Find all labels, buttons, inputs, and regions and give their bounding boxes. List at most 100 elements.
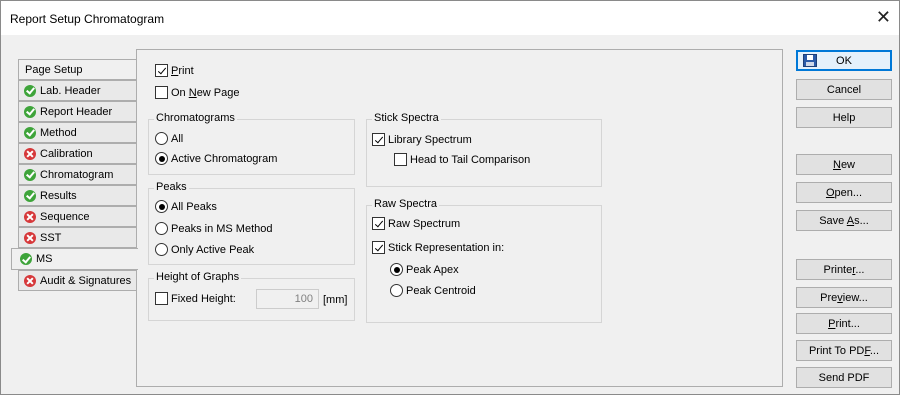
window-title: Report Setup Chromatogram [10,12,165,26]
save-as-button[interactable]: Save As... [796,210,892,231]
error-icon [24,274,36,287]
checkbox-box[interactable] [155,64,168,77]
radio-circle[interactable] [155,200,168,213]
checkbox-label: Raw Spectrum [388,217,461,230]
fixed-height-checkbox[interactable]: Fixed Height: [155,292,236,305]
group-title: Stick Spectra [372,112,441,124]
raw-spectrum-checkbox[interactable]: Raw Spectrum [372,217,460,230]
button-label: OK [836,54,852,67]
tab-label: Calibration [40,147,93,160]
chromatograms-group: Chromatograms [148,112,355,175]
radio-circle[interactable] [390,284,403,297]
button-label: Send PDF [818,371,870,384]
ms-settings-panel: Print On New Page Chromatograms All Acti… [136,49,783,387]
check-icon [24,168,36,181]
checkbox-label: Library Spectrum [388,133,472,146]
radio-label: Peak Centroid [406,284,476,297]
tab-label: Report Header [40,105,113,118]
radio-label: All [171,132,184,145]
button-label: Help [832,111,856,124]
button-label: Open... [825,186,863,199]
tab-label: Method [40,126,77,139]
group-title: Raw Spectra [372,198,439,210]
checkbox-box[interactable] [394,153,407,166]
check-icon [24,189,36,202]
checkbox-label: Stick Representation in: [388,241,505,254]
fixed-height-label: Fixed Height: [171,292,236,305]
printer-button[interactable]: Printer... [796,259,892,280]
tab-label: Results [40,189,77,202]
checkbox-box[interactable] [155,292,168,305]
print-to-pdf-button[interactable]: Print To PDF... [796,340,892,361]
fixed-height-input[interactable]: 100 [256,289,319,309]
radio-circle[interactable] [155,132,168,145]
error-icon [24,210,36,223]
print-checkbox[interactable]: Print [155,64,194,77]
button-label: Cancel [826,83,862,96]
radio-circle[interactable] [155,152,168,165]
tab-ms[interactable]: MS [11,248,138,270]
tab-results[interactable]: Results [18,185,137,206]
send-pdf-button[interactable]: Send PDF [796,367,892,388]
check-icon [24,126,36,139]
tab-label: SST [40,231,62,244]
tab-chromatogram[interactable]: Chromatogram [18,164,137,185]
radio-circle[interactable] [155,243,168,256]
tab-calibration[interactable]: Calibration [18,143,137,164]
tab-method[interactable]: Method [18,122,137,143]
group-title: Height of Graphs [154,271,242,283]
tab-label: Lab. Header [40,84,101,97]
radio-label: Peak Apex [406,263,459,276]
tab-label: Chromatogram [40,168,114,181]
unit-label: [mm] [323,294,348,306]
radio-peaks-in-ms-method[interactable]: Peaks in MS Method [155,222,273,235]
tab-report-header[interactable]: Report Header [18,101,137,122]
check-icon [24,84,36,97]
checkbox-label: Head to Tail Comparison [410,153,531,166]
help-button[interactable]: Help [796,107,892,128]
on-new-page-checkbox[interactable]: On New Page [155,86,240,99]
radio-circle[interactable] [390,263,403,276]
head-to-tail-checkbox[interactable]: Head to Tail Comparison [394,153,530,166]
tab-sequence[interactable]: Sequence [18,206,137,227]
save-icon [803,54,817,67]
checkbox-box[interactable] [372,217,385,230]
new-button[interactable]: New [796,154,892,175]
tab-label: Page Setup [25,63,83,76]
button-label: New [832,158,855,171]
button-label: Printer... [823,263,865,276]
tab-audit-signatures[interactable]: Audit & Signatures [18,270,137,291]
radio-only-active-peak[interactable]: Only Active Peak [155,243,254,256]
close-icon[interactable]: ✕ [876,7,891,27]
check-icon [24,105,36,118]
print-label: Print [171,64,194,77]
open-button[interactable]: Open... [796,182,892,203]
tab-page-setup[interactable]: Page Setup [18,59,137,80]
checkbox-box[interactable] [372,241,385,254]
tab-label: Audit & Signatures [40,274,132,287]
radio-label: All Peaks [171,200,217,213]
radio-circle[interactable] [155,222,168,235]
tab-lab-header[interactable]: Lab. Header [18,80,137,101]
button-label: Preview... [820,291,868,304]
tab-sst[interactable]: SST [18,227,137,248]
checkbox-box[interactable] [372,133,385,146]
group-title: Chromatograms [154,112,237,124]
print-button[interactable]: Print... [796,313,892,334]
report-setup-dialog: Report Setup Chromatogram ✕ Page Setup L… [0,0,900,395]
cancel-button[interactable]: Cancel [796,79,892,100]
radio-peak-centroid[interactable]: Peak Centroid [390,284,476,297]
library-spectrum-checkbox[interactable]: Library Spectrum [372,133,472,146]
error-icon [24,147,36,160]
preview-button[interactable]: Preview... [796,287,892,308]
group-title: Peaks [154,181,189,193]
radio-all-peaks[interactable]: All Peaks [155,200,217,213]
ok-button[interactable]: OK [796,50,892,71]
radio-peak-apex[interactable]: Peak Apex [390,263,459,276]
checkbox-box[interactable] [155,86,168,99]
radio-label: Only Active Peak [171,243,255,256]
button-label: Save As... [819,214,869,227]
radio-active-chromatogram[interactable]: Active Chromatogram [155,152,277,165]
stick-representation-checkbox[interactable]: Stick Representation in: [372,241,504,254]
radio-all-chromatograms[interactable]: All [155,132,183,145]
